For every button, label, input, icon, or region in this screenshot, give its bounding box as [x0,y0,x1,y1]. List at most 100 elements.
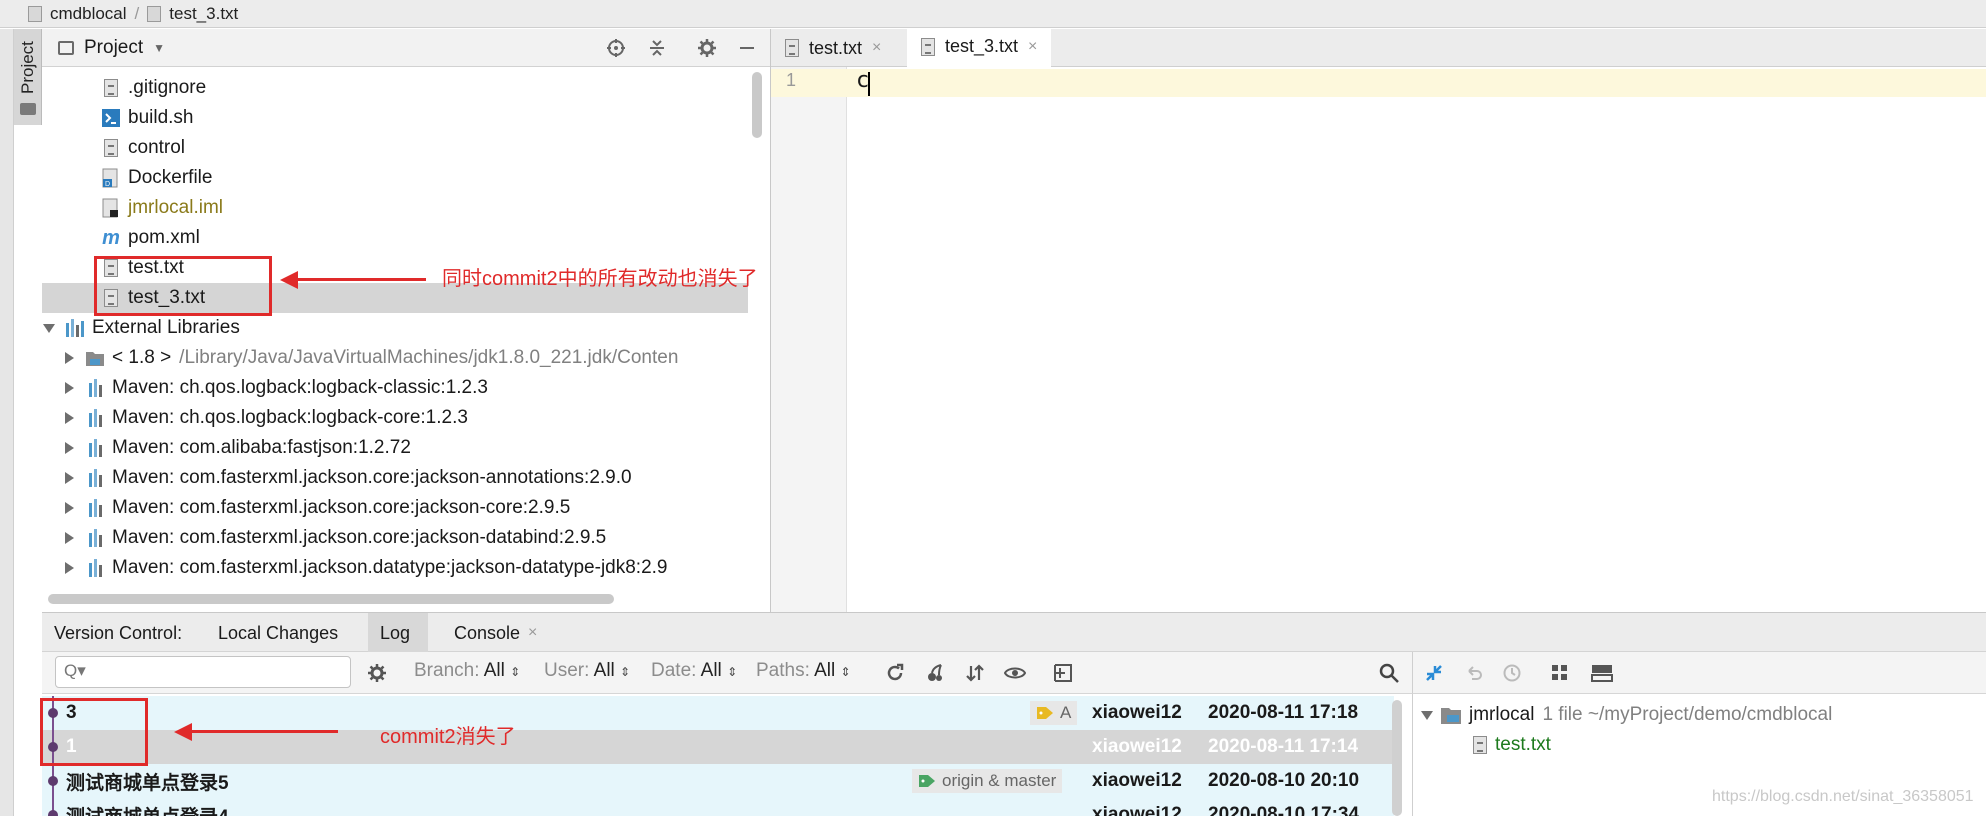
changes-root[interactable]: jmrlocal 1 file ~/myProject/demo/cmdbloc… [1421,700,1832,730]
paths-filter[interactable]: Paths: All ⇕ [756,660,851,682]
tree-horizontal-scrollbar[interactable] [48,594,614,604]
tab-local-changes[interactable]: Local Changes [206,613,350,653]
editor-tab-test-txt[interactable]: test.txt × [771,29,895,67]
changed-file-item[interactable]: test.txt [1473,730,1551,760]
commit-author: xiaowei12 [1092,770,1182,791]
collapse-arrow-icon[interactable] [62,438,76,458]
eye-icon[interactable] [1004,662,1026,684]
group-by-icon[interactable] [1549,662,1571,684]
tree-item-label: Maven: com.alibaba:fastjson:1.2.72 [112,437,411,458]
commit-message: 测试商城单点登录5 [66,772,229,794]
collapse-all-icon[interactable] [646,37,668,59]
log-scrollbar[interactable] [1392,700,1402,816]
log-search-input[interactable]: Q▾ [55,656,351,688]
annotation-log-note: commit2消失了 [380,726,516,748]
project-tree[interactable]: .gitignore build.sh control D Dockerfile… [42,67,770,612]
tree-item-iml[interactable]: jmrlocal.iml [42,193,748,223]
collapse-arrow-icon[interactable] [62,528,76,548]
filter-value: All [483,660,505,681]
file-icon [102,138,120,158]
tab-version-control: Version Control: [42,613,194,653]
tree-item-library[interactable]: Maven: ch.qos.logback:logback-classic:1.… [42,373,748,403]
tab-log[interactable]: Log [368,613,428,653]
tree-item-build-sh[interactable]: build.sh [42,103,748,133]
table-row[interactable]: 测试商城单点登录5 origin & master xiaowei12 2020… [42,764,1394,798]
collapse-arrow-icon[interactable] [62,498,76,518]
breadcrumb-project[interactable]: cmdblocal [50,4,127,24]
tree-item-jdk[interactable]: < 1.8 > /Library/Java/JavaVirtualMachine… [42,343,748,373]
text-file-icon [147,5,162,22]
tab-console[interactable]: Console × [442,613,549,653]
expand-arrow-icon[interactable] [1421,710,1433,720]
tree-item-library[interactable]: Maven: com.alibaba:fastjson:1.2.72 [42,433,748,463]
tree-item-library[interactable]: Maven: com.fasterxml.jackson.datatype:ja… [42,553,748,583]
expand-arrow-icon[interactable] [42,318,56,338]
navigation-bar: cmdblocal / test_3.txt [0,0,1986,28]
branch-filter[interactable]: Branch: All ⇕ [414,660,520,682]
shell-script-icon [102,108,120,128]
breadcrumb-file[interactable]: test_3.txt [169,4,238,24]
tree-vertical-scrollbar[interactable] [752,72,762,138]
close-icon[interactable]: × [872,39,881,57]
date-filter[interactable]: Date: All ⇕ [651,660,737,682]
collapse-arrow-icon[interactable] [62,408,76,428]
table-row[interactable]: 3 A xiaowei12 2020-08-11 17:18 [42,696,1394,730]
tree-item-library[interactable]: Maven: com.fasterxml.jackson.core:jackso… [42,523,748,553]
tree-item-library[interactable]: Maven: com.fasterxml.jackson.core:jackso… [42,493,748,523]
collapse-arrow-icon[interactable] [62,378,76,398]
tree-item-dockerfile[interactable]: D Dockerfile [42,163,748,193]
expand-collapse-icon[interactable] [1423,662,1445,684]
svg-text:D: D [105,181,110,188]
tree-item-label: jmrlocal.iml [128,197,223,218]
hide-panel-icon[interactable] [736,37,758,59]
collapse-arrow-icon[interactable] [62,348,76,368]
annotation-arrow-line [190,730,338,733]
module-file-icon [102,198,120,218]
tree-item-gitignore[interactable]: .gitignore [42,73,748,103]
revert-icon[interactable] [1463,662,1485,684]
table-row[interactable]: 测试商城单点登录4 xiaowei12 2020-08-10 17:34 [42,798,1394,816]
tree-item-label: build.sh [128,107,194,128]
tree-item-label: Maven: com.fasterxml.jackson.datatype:ja… [112,557,668,578]
tree-item-control[interactable]: control [42,133,748,163]
history-icon[interactable] [1501,662,1523,684]
tree-item-library[interactable]: Maven: ch.qos.logback:logback-core:1.2.3 [42,403,748,433]
editor-tab-test-3-txt[interactable]: test_3.txt × [907,29,1052,67]
text-file-icon [921,37,935,56]
user-filter[interactable]: User: All ⇕ [544,660,630,682]
annotation-box-log [40,698,148,766]
close-icon[interactable]: × [528,624,537,642]
chevron-updown-icon: ⇕ [510,665,521,679]
table-row[interactable]: 1 xiaowei12 2020-08-11 17:14 [42,730,1394,764]
gear-icon[interactable] [696,37,718,59]
search-icon[interactable] [1378,662,1400,684]
folder-icon [1441,708,1461,724]
tree-item-external-libraries[interactable]: External Libraries [42,313,748,343]
library-icon [86,528,104,548]
tree-item-library[interactable]: Maven: com.fasterxml.jackson.core:jackso… [42,463,748,493]
sort-icon[interactable] [964,662,986,684]
file-icon [102,78,120,98]
changed-file-label: test.txt [1495,734,1551,755]
refresh-icon[interactable] [884,662,906,684]
watermark: https://blog.csdn.net/sinat_36358051 [1712,788,1974,805]
close-icon[interactable]: × [1028,38,1037,56]
tree-item-pom[interactable]: m pom.xml [42,223,748,253]
gear-icon[interactable] [366,662,388,684]
collapse-arrow-icon[interactable] [62,468,76,488]
folder-icon [20,103,36,115]
tree-item-path: /Library/Java/JavaVirtualMachines/jdk1.8… [179,347,679,368]
changes-toolbar [1412,652,1986,694]
commit-log-list[interactable]: 3 A xiaowei12 2020-08-11 17:18 1 xiaowei… [42,694,1412,816]
collapse-arrow-icon[interactable] [62,558,76,578]
commit-graph-node [48,776,58,786]
project-tool-tab-label[interactable]: Project [14,40,42,96]
layout-icon[interactable] [1591,662,1613,684]
locate-file-icon[interactable] [605,37,627,59]
text-caret [868,72,870,96]
add-column-icon[interactable] [1052,662,1074,684]
project-view-selector[interactable]: Project ▼ [58,37,165,59]
editor-gutter [771,67,847,612]
cherry-pick-icon[interactable] [924,662,946,684]
tree-item-label: < 1.8 > [112,347,172,368]
